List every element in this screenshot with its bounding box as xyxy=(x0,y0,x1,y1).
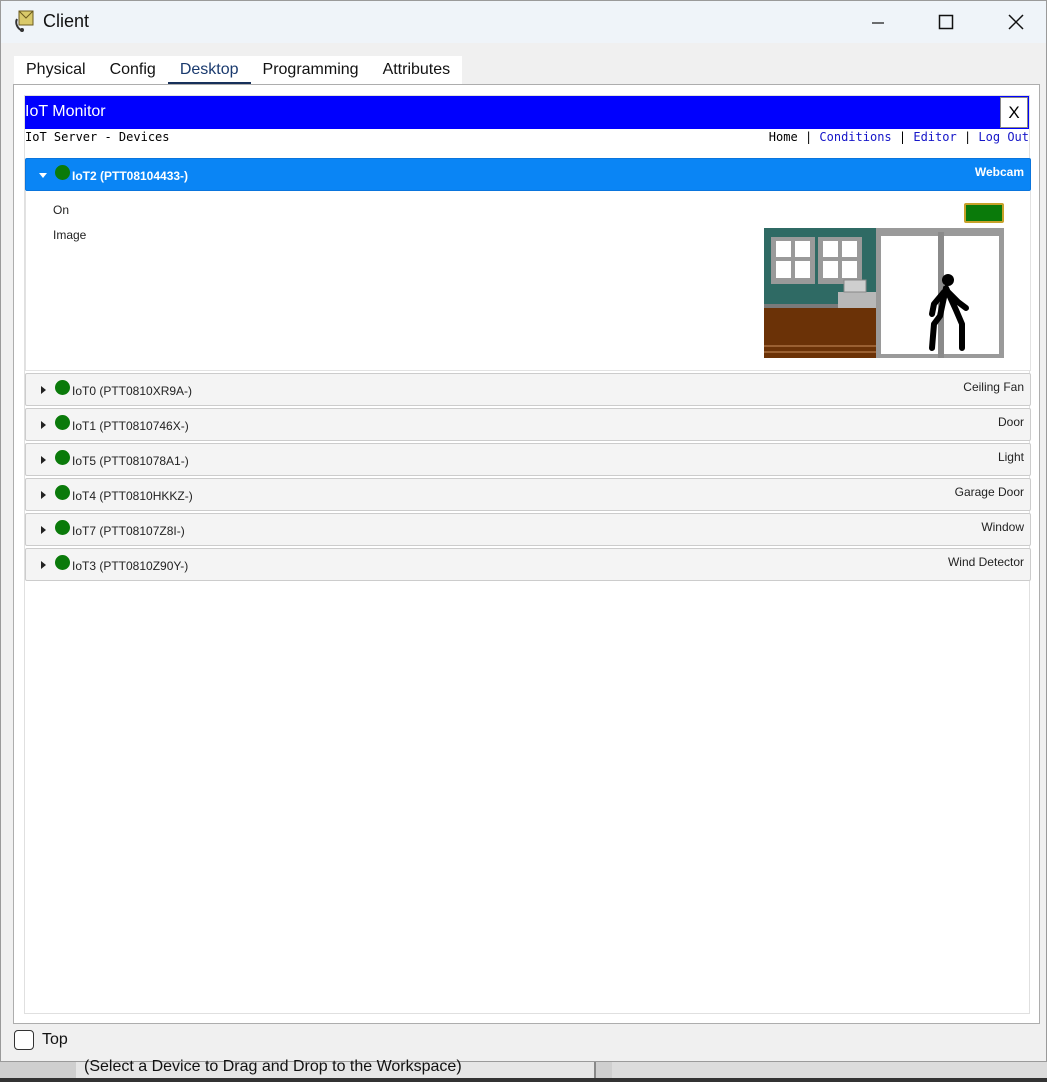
top-label: Top xyxy=(42,1031,68,1048)
device-type: Webcam xyxy=(974,165,1024,179)
chevron-right-icon xyxy=(41,421,46,429)
device-row[interactable]: IoT4 (PTT0810HKKZ-) Garage Door xyxy=(25,478,1031,511)
device-name: IoT3 (PTT0810Z90Y-) xyxy=(72,559,189,573)
device-type: Window xyxy=(981,520,1024,534)
bottom-bar: Top xyxy=(1,1025,1046,1061)
tab-bar: Physical Config Desktop Programming Attr… xyxy=(14,56,463,85)
workspace-status-strip: (Select a Device to Drag and Drop to the… xyxy=(0,1058,1047,1082)
maximize-icon xyxy=(938,14,954,30)
tab-programming[interactable]: Programming xyxy=(251,56,371,85)
nav-conditions-link[interactable]: Conditions xyxy=(819,130,891,144)
device-row[interactable]: IoT0 (PTT0810XR9A-) Ceiling Fan xyxy=(25,373,1031,406)
taskbar-edge xyxy=(0,1078,1047,1082)
image-field-label: Image xyxy=(53,228,87,242)
server-nav-bar: IoT Server - Devices Home | Conditions |… xyxy=(25,130,1029,150)
device-name: IoT4 (PTT0810HKKZ-) xyxy=(72,489,193,503)
tab-physical[interactable]: Physical xyxy=(14,56,98,85)
iot-monitor-app: IoT Monitor X IoT Server - Devices Home … xyxy=(24,95,1031,1014)
status-dot-icon xyxy=(55,520,70,535)
minimize-button[interactable] xyxy=(843,1,913,43)
client-window: Client Physical Config Desktop Programmi… xyxy=(0,0,1047,1062)
close-window-button[interactable] xyxy=(981,1,1047,43)
device-name: IoT5 (PTT081078A1-) xyxy=(72,454,189,468)
device-name: IoT7 (PTT08107Z8I-) xyxy=(72,524,185,538)
server-nav-links: Home | Conditions | Editor | Log Out xyxy=(769,130,1029,144)
status-dot-icon xyxy=(55,555,70,570)
nav-separator: | xyxy=(963,130,972,144)
maximize-button[interactable] xyxy=(911,1,981,43)
webcam-image xyxy=(764,228,1004,358)
nav-separator: | xyxy=(804,130,813,144)
device-type: Wind Detector xyxy=(947,555,1024,569)
chevron-right-icon xyxy=(41,456,46,464)
tab-config[interactable]: Config xyxy=(98,56,168,85)
chevron-right-icon xyxy=(41,526,46,534)
on-toggle-button[interactable] xyxy=(964,203,1004,223)
device-row[interactable]: IoT1 (PTT0810746X-) Door xyxy=(25,408,1031,441)
tab-desktop[interactable]: Desktop xyxy=(167,56,251,85)
status-dot-icon xyxy=(55,485,70,500)
device-detail-panel: On Image xyxy=(25,191,1031,371)
nav-separator: | xyxy=(898,130,907,144)
chevron-right-icon xyxy=(41,491,46,499)
device-name: IoT2 (PTT08104433-) xyxy=(72,169,189,183)
close-icon xyxy=(1008,14,1024,30)
device-row-expanded[interactable]: IoT2 (PTT08104433-) Webcam xyxy=(25,158,1031,191)
on-field-label: On xyxy=(53,203,70,217)
status-dot-icon xyxy=(55,450,70,465)
app-icon xyxy=(15,10,34,32)
device-type: Ceiling Fan xyxy=(963,380,1024,394)
device-type: Garage Door xyxy=(954,485,1024,499)
device-name: IoT0 (PTT0810XR9A-) xyxy=(72,384,193,398)
title-bar[interactable]: Client xyxy=(1,1,1046,43)
device-type: Door xyxy=(997,415,1024,429)
iot-monitor-header: IoT Monitor X xyxy=(25,96,1029,129)
chevron-down-icon xyxy=(39,173,47,178)
device-row[interactable]: IoT3 (PTT0810Z90Y-) Wind Detector xyxy=(25,548,1031,581)
nav-editor-link[interactable]: Editor xyxy=(913,130,956,144)
chevron-right-icon xyxy=(41,386,46,394)
desktop-content: IoT Monitor X IoT Server - Devices Home … xyxy=(13,84,1040,1024)
tab-attributes[interactable]: Attributes xyxy=(371,56,463,85)
nav-home-link[interactable]: Home xyxy=(769,130,798,144)
server-devices-label: IoT Server - Devices xyxy=(25,130,170,144)
device-name: IoT1 (PTT0810746X-) xyxy=(72,419,189,433)
device-type: Light xyxy=(997,450,1024,464)
top-checkbox[interactable] xyxy=(14,1030,34,1050)
minimize-icon xyxy=(872,22,884,24)
chevron-right-icon xyxy=(41,561,46,569)
device-row[interactable]: IoT5 (PTT081078A1-) Light xyxy=(25,443,1031,476)
status-dot-icon xyxy=(55,415,70,430)
status-text: (Select a Device to Drag and Drop to the… xyxy=(84,1058,462,1075)
nav-logout-link[interactable]: Log Out xyxy=(978,130,1029,144)
status-dot-icon xyxy=(55,380,70,395)
window-title: Client xyxy=(43,11,90,31)
status-dot-icon xyxy=(55,165,70,180)
iot-monitor-close-button[interactable]: X xyxy=(1000,97,1028,128)
iot-monitor-title: IoT Monitor xyxy=(25,103,106,120)
device-row[interactable]: IoT7 (PTT08107Z8I-) Window xyxy=(25,513,1031,546)
